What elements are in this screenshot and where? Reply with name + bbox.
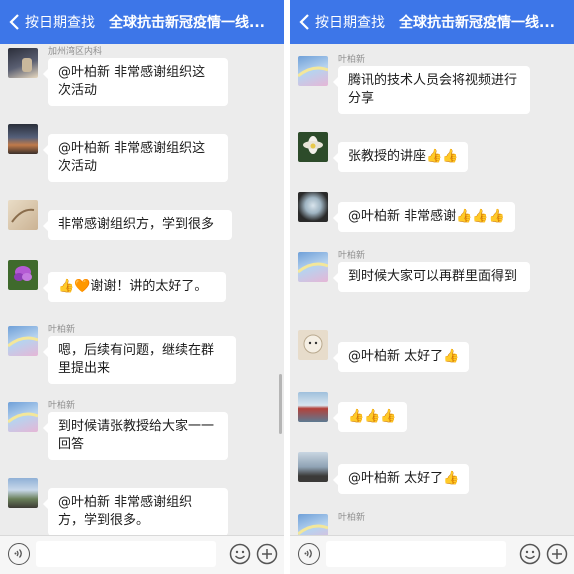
scrollbar[interactable] [279, 374, 282, 434]
message-text: 张教授的讲座👍👍 [348, 149, 459, 164]
avatar[interactable] [8, 260, 38, 290]
avatar[interactable] [8, 48, 38, 78]
top-bar: 按日期查找 全球抗击新冠疫情一线... [290, 0, 574, 44]
sender-name: 叶柏新 [338, 55, 366, 65]
back-arrow-icon [9, 14, 19, 30]
message-text: @叶柏新 非常感谢👍👍👍 [348, 209, 505, 224]
sender-name: 加州湾区内科 [48, 47, 103, 57]
voice-icon[interactable] [298, 543, 320, 565]
left-chat-window: 按日期查找 全球抗击新冠疫情一线... 加州湾区内科 @叶柏新 非常感谢组织这次… [0, 0, 284, 574]
top-bar: 按日期查找 全球抗击新冠疫情一线... [0, 0, 284, 44]
message-text: 到时候大家可以再群里面得到 [348, 269, 518, 284]
voice-icon[interactable] [8, 543, 30, 565]
message-bubble[interactable]: @叶柏新 太好了👍 [332, 464, 470, 494]
message-bubble[interactable]: 到时候请张教授给大家一一回答 [43, 412, 228, 460]
avatar[interactable] [298, 330, 328, 360]
message-bubble[interactable]: 👍👍👍 [333, 402, 407, 432]
avatar[interactable] [8, 200, 38, 230]
message-text: 👍👍👍 [348, 409, 397, 424]
input-bar [0, 535, 284, 574]
avatar[interactable] [8, 124, 38, 154]
avatar[interactable] [298, 392, 328, 422]
message-text: @叶柏新 太好了👍 [348, 471, 460, 486]
message-bubble[interactable]: @叶柏新 非常感谢组织方，学到很多。 [43, 488, 228, 536]
message-bubble[interactable]: 嗯，后续有问题，继续在群里提出来 [43, 336, 236, 384]
sender-name: 叶柏新 [338, 513, 366, 523]
avatar[interactable] [298, 514, 328, 536]
back-label: 按日期查找 [25, 15, 95, 31]
chat-title: 全球抗击新冠疫情一线... [109, 15, 265, 31]
sender-name: 叶柏新 [338, 251, 366, 261]
plus-icon[interactable] [256, 543, 278, 565]
message-text: 腾讯的技术人员会将视频进行分享 [348, 73, 518, 106]
message-bubble[interactable]: @叶柏新 太好了👍 [332, 342, 470, 372]
message-text: 到时候请张教授给大家一一回答 [58, 419, 215, 452]
emoji-icon[interactable] [229, 543, 251, 565]
message-list[interactable]: 加州湾区内科 @叶柏新 非常感谢组织这次活动 @叶柏新 非常感谢组织这次活动 非… [0, 44, 284, 536]
message-bubble[interactable]: 非常感谢组织方，学到很多 [43, 210, 232, 240]
sender-name: 叶柏新 [48, 401, 76, 411]
avatar[interactable] [8, 326, 38, 356]
chat-title: 全球抗击新冠疫情一线... [399, 15, 555, 31]
avatar[interactable] [298, 132, 328, 162]
message-text: @叶柏新 非常感谢组织这次活动 [58, 65, 206, 98]
avatar[interactable] [298, 452, 328, 482]
message-text: @叶柏新 非常感谢组织这次活动 [58, 141, 206, 174]
plus-icon[interactable] [546, 543, 568, 565]
message-bubble[interactable]: @叶柏新 非常感谢👍👍👍 [333, 202, 515, 232]
avatar[interactable] [298, 56, 328, 86]
message-bubble[interactable]: 👍🧡谢谢！讲的太好了。 [43, 272, 226, 302]
message-text: @叶柏新 太好了👍 [348, 349, 460, 364]
sender-name: 叶柏新 [48, 325, 76, 335]
back-label: 按日期查找 [315, 15, 385, 31]
message-text: 嗯，后续有问题，继续在群里提出来 [58, 343, 215, 376]
avatar[interactable] [298, 192, 328, 222]
input-bar [290, 535, 574, 574]
message-bubble[interactable]: @叶柏新 非常感谢组织这次活动 [43, 58, 228, 106]
message-bubble[interactable]: 腾讯的技术人员会将视频进行分享 [333, 66, 530, 114]
message-text: 👍🧡谢谢！讲的太好了。 [58, 279, 208, 294]
avatar[interactable] [8, 402, 38, 432]
message-input[interactable] [326, 541, 506, 567]
back-button[interactable]: 按日期查找 [290, 12, 385, 32]
avatar[interactable] [8, 478, 38, 508]
message-input[interactable] [36, 541, 216, 567]
back-button[interactable]: 按日期查找 [0, 12, 95, 32]
message-text: @叶柏新 非常感谢组织方，学到很多。 [58, 495, 193, 528]
message-bubble[interactable]: @叶柏新 非常感谢组织这次活动 [43, 134, 228, 182]
emoji-icon[interactable] [519, 543, 541, 565]
right-chat-window: 按日期查找 全球抗击新冠疫情一线... 叶柏新 腾讯的技术人员会将视频进行分享 [290, 0, 574, 574]
message-bubble[interactable]: 张教授的讲座👍👍 [332, 142, 469, 172]
message-text: 非常感谢组织方，学到很多 [58, 217, 215, 232]
message-bubble[interactable]: 到时候大家可以再群里面得到 [333, 262, 530, 292]
back-arrow-icon [299, 14, 309, 30]
avatar[interactable] [298, 252, 328, 282]
message-list[interactable]: 叶柏新 腾讯的技术人员会将视频进行分享 张教授的讲座👍👍 @叶柏新 非常感谢👍👍… [290, 44, 574, 536]
